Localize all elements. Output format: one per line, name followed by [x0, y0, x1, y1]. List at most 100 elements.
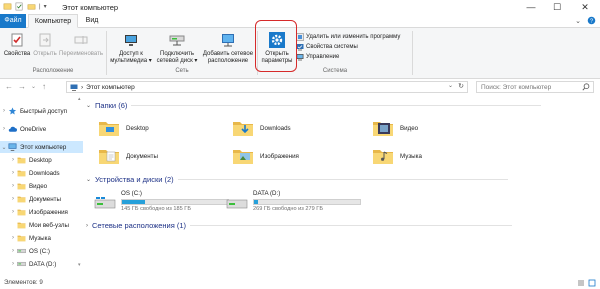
network-location-icon: [222, 34, 234, 47]
nav-item[interactable]: › Музыка: [0, 232, 83, 244]
folder-label: Музыка: [400, 152, 422, 160]
nav-item[interactable]: › Downloads: [0, 167, 83, 179]
nav-item[interactable]: ⌄ Этот компьютер: [0, 141, 83, 153]
address-bar[interactable]: › Этот компьютер ⌄ ↻: [66, 81, 468, 93]
nav-item[interactable]: › OS (C:): [0, 245, 83, 257]
drive-icon: [17, 260, 26, 268]
expand-chevron-icon[interactable]: ›: [0, 108, 8, 114]
address-dropdown-icon[interactable]: ⌄: [448, 82, 453, 89]
details-view-icon[interactable]: [577, 279, 585, 287]
add-location-label-2: расположение: [207, 58, 249, 64]
add-network-location-button[interactable]: Добавить сетевое расположение: [202, 31, 254, 65]
nav-item[interactable]: › Изображения: [0, 206, 83, 218]
search-input[interactable]: Поиск: Этот компьютер: [476, 81, 594, 93]
expand-chevron-icon[interactable]: ›: [0, 126, 8, 132]
view-switcher: [577, 279, 596, 287]
star-icon: [8, 107, 17, 115]
nav-item-label: OneDrive: [20, 125, 47, 133]
minimize-button[interactable]: —: [520, 0, 542, 14]
system-properties-button[interactable]: Свойства системы: [296, 42, 358, 51]
expand-chevron-icon[interactable]: ›: [9, 235, 17, 241]
rename-button[interactable]: Переименовать: [59, 31, 103, 58]
nav-item-label: Быстрый доступ: [20, 107, 67, 115]
status-bar: Элементов: 9: [0, 277, 600, 289]
manage-button[interactable]: Управление: [296, 52, 339, 61]
drive-item[interactable]: OS (C:) 145 ГБ свободно из 185 ГБ: [94, 190, 229, 212]
nav-item-label: Downloads: [29, 169, 60, 177]
nav-item-label: DATA (D:): [29, 260, 57, 268]
uninstall-program-button[interactable]: Удалить или изменить программу: [296, 32, 400, 41]
nav-item[interactable]: › Документы: [0, 193, 83, 205]
folder-item[interactable]: Изображения: [232, 146, 299, 166]
system-properties-label: Свойства системы: [306, 43, 358, 50]
forward-button[interactable]: →: [18, 82, 26, 91]
map-network-drive-button[interactable]: Подключить сетевой диск ▾: [154, 31, 200, 65]
open-button[interactable]: Открыть: [32, 31, 58, 58]
expand-chevron-icon[interactable]: ›: [9, 157, 17, 163]
add-location-label-1: Добавить сетевое: [202, 51, 254, 57]
rename-label: Переименовать: [59, 51, 103, 57]
navigation-scrollbar[interactable]: ▴ ▾: [78, 96, 83, 268]
up-button[interactable]: ↑: [42, 82, 46, 91]
expand-chevron-icon[interactable]: ›: [9, 209, 17, 215]
nav-item[interactable]: › Быстрый доступ: [0, 105, 83, 117]
breadcrumb[interactable]: Этот компьютер: [86, 84, 135, 91]
nav-item[interactable]: › OneDrive: [0, 123, 83, 135]
expand-chevron-icon[interactable]: ›: [9, 261, 17, 267]
nav-item-label: Изображения: [29, 208, 68, 216]
expand-chevron-icon[interactable]: ›: [9, 183, 17, 189]
folder-item[interactable]: Downloads: [232, 118, 291, 138]
qat-dropdown-icon[interactable]: ▾: [44, 3, 47, 10]
drive-free-space: 145 ГБ свободно из 185 ГБ: [121, 206, 191, 212]
navigation-pane: › Быстрый доступ › OneDrive ⌄ Этот компьютер ›…: [0, 96, 83, 276]
computer-icon: [8, 143, 17, 151]
nav-item[interactable]: Мои веб-узлы: [0, 219, 83, 231]
drives-section-header[interactable]: ⌄ Устройства и диски (2): [86, 175, 508, 184]
expand-chevron-icon[interactable]: ›: [9, 170, 17, 176]
section-divider: [131, 105, 542, 106]
scroll-up-icon[interactable]: ▴: [78, 96, 81, 102]
refresh-icon[interactable]: ↻: [458, 82, 464, 90]
folder-item[interactable]: Desktop: [98, 118, 149, 138]
folder-item[interactable]: Видео: [372, 118, 418, 138]
media-access-button[interactable]: Доступ к мультимедиа ▾: [110, 31, 152, 65]
network-section-header[interactable]: › Сетевые расположения (1): [86, 221, 513, 230]
folder-item[interactable]: Документы: [98, 146, 158, 166]
collapse-chevron-icon[interactable]: ⌄: [86, 176, 91, 183]
video-folder-icon: [372, 118, 394, 138]
collapse-ribbon-icon[interactable]: ⌄: [575, 17, 581, 25]
collapse-chevron-icon[interactable]: ⌄: [0, 144, 8, 151]
new-folder-icon[interactable]: [27, 2, 36, 11]
nav-item[interactable]: › Desktop: [0, 154, 83, 166]
properties-button[interactable]: Свойства: [4, 31, 30, 58]
expand-chevron-icon[interactable]: ›: [9, 248, 17, 254]
drives-header-label: Устройства и диски (2): [95, 175, 174, 184]
tab-file[interactable]: Файл: [0, 14, 26, 28]
drive-item[interactable]: DATA (D:) 269 ГБ свободно из 279 ГБ: [226, 190, 361, 212]
music-folder-icon: [372, 146, 394, 166]
web-folder-icon: [17, 221, 26, 229]
ribbon-tab-controls: ⌄ ?: [575, 16, 596, 25]
scroll-down-icon[interactable]: ▾: [78, 262, 81, 268]
maximize-button[interactable]: ☐: [546, 0, 568, 14]
folder-item[interactable]: Музыка: [372, 146, 422, 166]
collapse-chevron-icon[interactable]: ⌄: [86, 102, 91, 109]
tab-view[interactable]: Вид: [80, 14, 104, 28]
nav-item[interactable]: › DATA (D:): [0, 258, 83, 270]
drive-usage-fill: [122, 200, 146, 204]
nav-item[interactable]: › Видео: [0, 180, 83, 192]
properties-check-icon[interactable]: [15, 2, 24, 11]
expand-chevron-icon[interactable]: ›: [86, 223, 88, 229]
help-icon[interactable]: ?: [587, 16, 596, 25]
folder-label: Desktop: [126, 124, 149, 132]
programs-icon: [296, 32, 304, 41]
expand-chevron-icon[interactable]: ›: [9, 196, 17, 202]
cloud-icon: [8, 125, 17, 133]
tab-computer[interactable]: Компьютер: [28, 14, 78, 28]
close-button[interactable]: ✕: [574, 0, 596, 14]
drive-info: OS (C:) 145 ГБ свободно из 185 ГБ: [121, 190, 229, 212]
recent-locations-button[interactable]: ⌄: [31, 83, 36, 90]
folders-section-header[interactable]: ⌄ Папки (6): [86, 101, 542, 110]
large-icons-view-icon[interactable]: [588, 279, 596, 287]
back-button[interactable]: ←: [5, 82, 13, 91]
